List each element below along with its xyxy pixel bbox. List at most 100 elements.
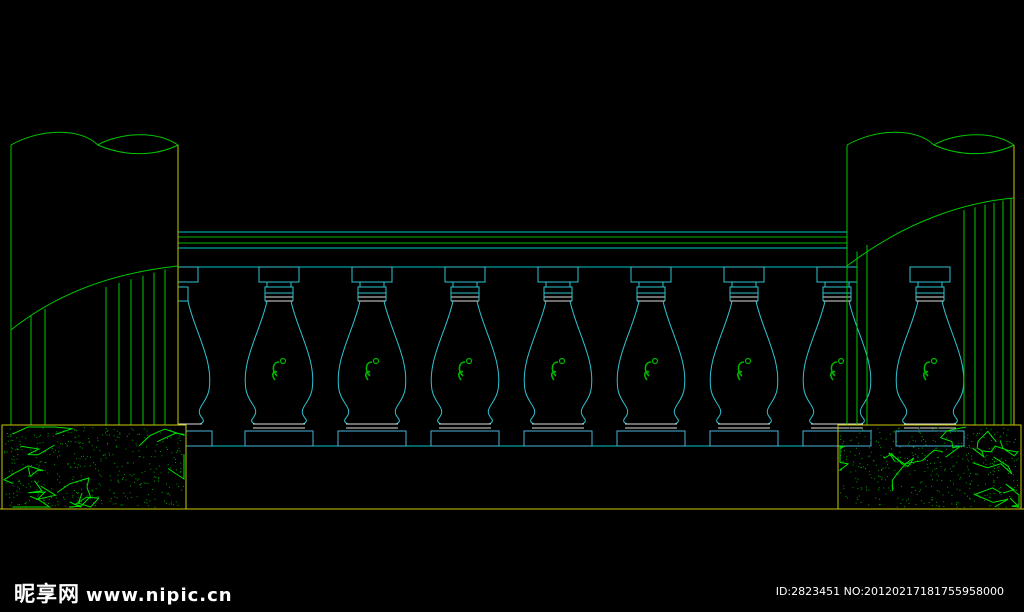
stone-speckle	[8, 493, 10, 495]
stone-speckle	[975, 448, 977, 450]
stone-speckle	[878, 475, 879, 477]
stone-speckle	[133, 473, 135, 475]
stone-speckle	[977, 484, 979, 486]
stone-speckle	[18, 449, 20, 450]
stone-speckle	[925, 440, 927, 442]
stone-speckle	[91, 490, 93, 492]
stone-speckle	[36, 463, 38, 465]
stone-speckle	[98, 470, 100, 472]
stone-speckle	[852, 464, 854, 466]
stone-speckle	[16, 458, 18, 460]
stone-speckle	[115, 445, 117, 447]
stone-speckle	[1006, 441, 1008, 442]
stone-speckle	[880, 454, 882, 456]
stone-speckle	[100, 458, 102, 460]
stone-crack	[138, 428, 185, 447]
stone-speckle	[986, 494, 988, 496]
stone-speckle	[158, 465, 160, 467]
stone-speckle	[991, 447, 993, 449]
stone-speckle	[12, 448, 14, 450]
stone-speckle	[992, 459, 993, 460]
stone-speckle	[63, 498, 65, 500]
stone-speckle	[943, 506, 945, 508]
stone-speckle	[1003, 432, 1004, 434]
stone-speckle	[951, 471, 953, 472]
stone-speckle	[973, 433, 975, 435]
stone-speckle	[911, 486, 913, 488]
baluster-base	[244, 430, 314, 447]
stone-speckle	[885, 493, 887, 495]
baluster-body-left	[523, 300, 547, 425]
stone-speckle	[994, 471, 996, 473]
stone-speckle	[924, 459, 926, 461]
stone-speckle	[856, 436, 858, 438]
stone-speckle	[79, 458, 81, 460]
stone-speckle	[992, 462, 994, 464]
stone-speckle	[128, 433, 130, 435]
stone-speckle	[1005, 506, 1007, 508]
stone-speckle	[137, 433, 139, 435]
stone-speckle	[166, 503, 167, 505]
stone-speckle	[976, 434, 978, 436]
stone-speckle	[170, 437, 172, 439]
stone-speckle	[155, 468, 157, 470]
stone-speckle	[868, 504, 870, 506]
baluster-body-right	[290, 300, 314, 425]
stone-speckle	[867, 464, 869, 466]
baluster-ornament-dot	[930, 357, 938, 365]
stone-speckle	[132, 429, 134, 431]
stone-speckle	[920, 500, 922, 502]
stone-speckle	[81, 447, 83, 449]
baluster-body-right	[569, 300, 593, 425]
stone-speckle	[117, 479, 119, 481]
stone-speckle	[947, 486, 949, 488]
pillar-wavy-top-back	[97, 134, 179, 146]
stone-speckle	[870, 429, 872, 431]
stone-speckle	[997, 467, 999, 468]
stone-speckle	[945, 448, 947, 450]
stone-speckle	[872, 460, 874, 462]
stone-speckle	[905, 466, 907, 468]
stone-speckle	[861, 488, 863, 490]
stone-speckle	[875, 497, 877, 499]
baluster	[895, 266, 965, 447]
stone-speckle	[47, 432, 49, 434]
stone-speckle	[31, 472, 33, 474]
stone-speckle	[964, 492, 966, 494]
stone-speckle	[881, 477, 883, 479]
stone-speckle	[57, 441, 59, 443]
stone-speckle	[974, 461, 975, 463]
stone-speckle	[1016, 479, 1018, 481]
stone-crack	[12, 426, 73, 435]
stone-speckle	[967, 495, 968, 497]
stone-speckle	[4, 452, 6, 454]
stone-speckle	[158, 477, 160, 479]
stone-speckle	[120, 504, 122, 506]
stone-speckle	[932, 428, 934, 430]
stone-speckle	[969, 487, 971, 489]
stone-speckle	[127, 462, 129, 464]
stone-speckle	[989, 471, 991, 473]
stone-speckle	[11, 473, 13, 475]
stone-speckle	[957, 455, 959, 457]
stone-speckle	[97, 496, 99, 498]
stone-speckle	[856, 447, 858, 449]
stone-speckle	[105, 428, 107, 429]
stone-speckle	[857, 478, 859, 480]
stone-speckle	[958, 442, 960, 444]
stone-speckle	[17, 454, 19, 456]
stone-speckle	[115, 439, 117, 441]
stone-speckle	[37, 442, 39, 444]
stone-speckle	[889, 433, 891, 435]
pillar-right	[846, 131, 1015, 426]
stone-speckle	[18, 479, 20, 481]
stone-speckle	[83, 455, 84, 457]
stone-speckle	[986, 427, 987, 429]
stone-speckle	[173, 457, 175, 459]
stone-speckle	[868, 447, 870, 449]
stone-speckle	[978, 433, 980, 434]
stone-speckle	[997, 477, 999, 478]
stone-speckle	[160, 472, 162, 474]
stone-speckle	[155, 476, 157, 478]
stone-speckle	[19, 480, 21, 482]
